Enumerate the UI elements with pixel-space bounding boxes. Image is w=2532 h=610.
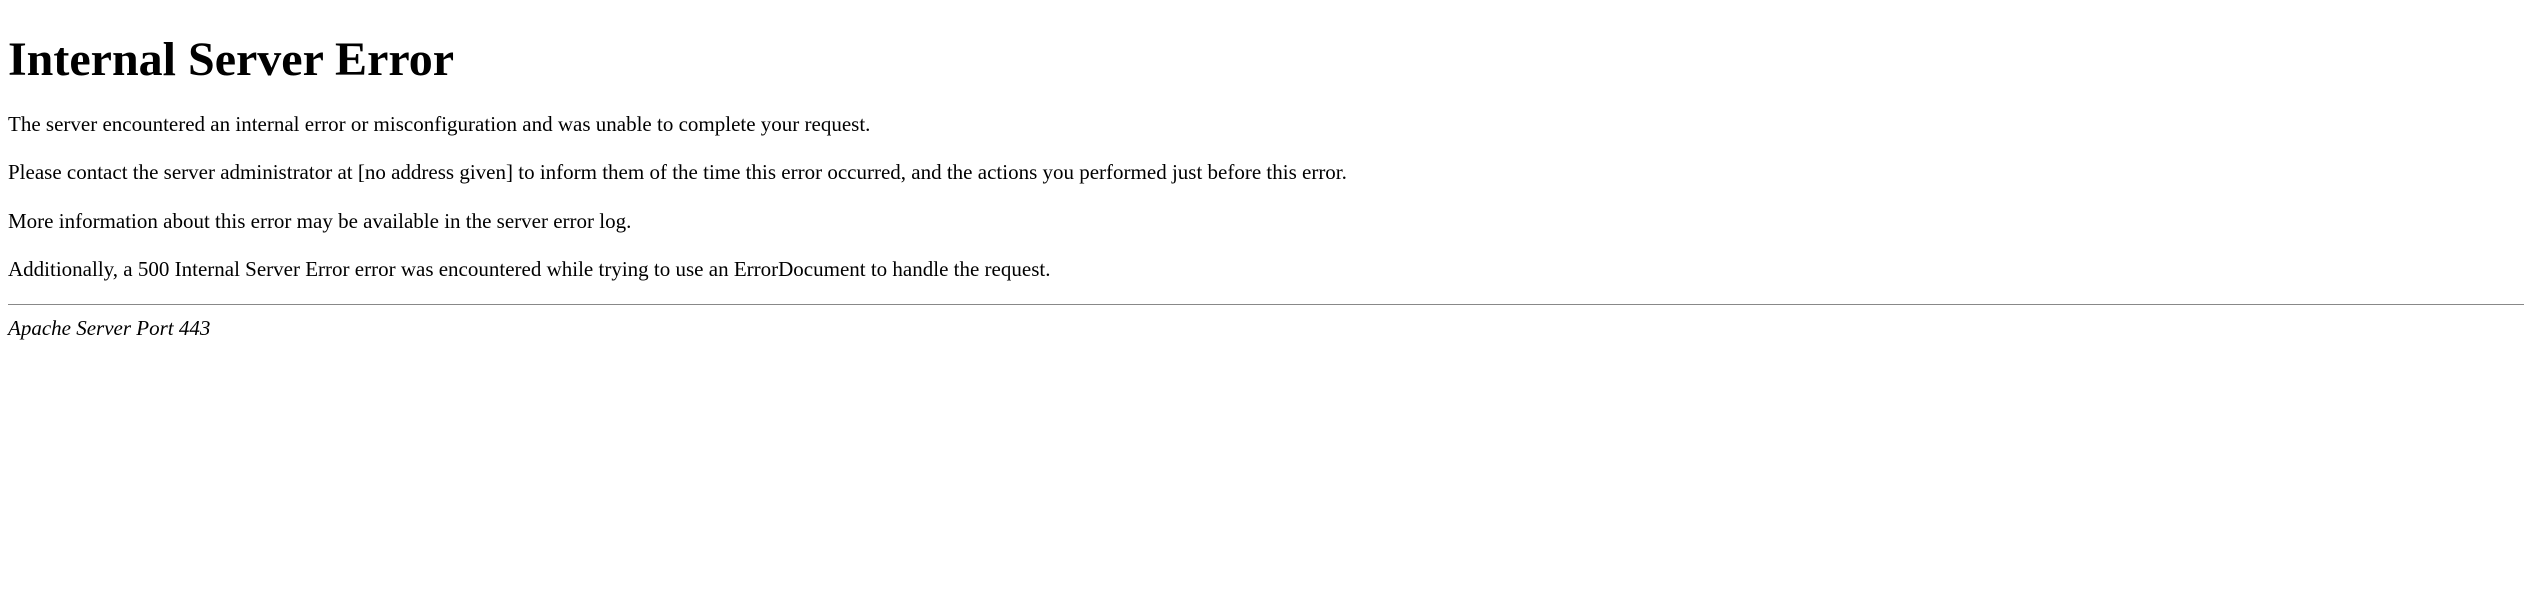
- error-message-4: Additionally, a 500 Internal Server Erro…: [8, 256, 2524, 283]
- error-message-3: More information about this error may be…: [8, 208, 2524, 235]
- server-signature: Apache Server Port 443: [8, 316, 2524, 341]
- error-message-2: Please contact the server administrator …: [8, 159, 2524, 186]
- page-title: Internal Server Error: [8, 32, 2524, 87]
- error-message-1: The server encountered an internal error…: [8, 111, 2524, 138]
- divider: [8, 304, 2524, 305]
